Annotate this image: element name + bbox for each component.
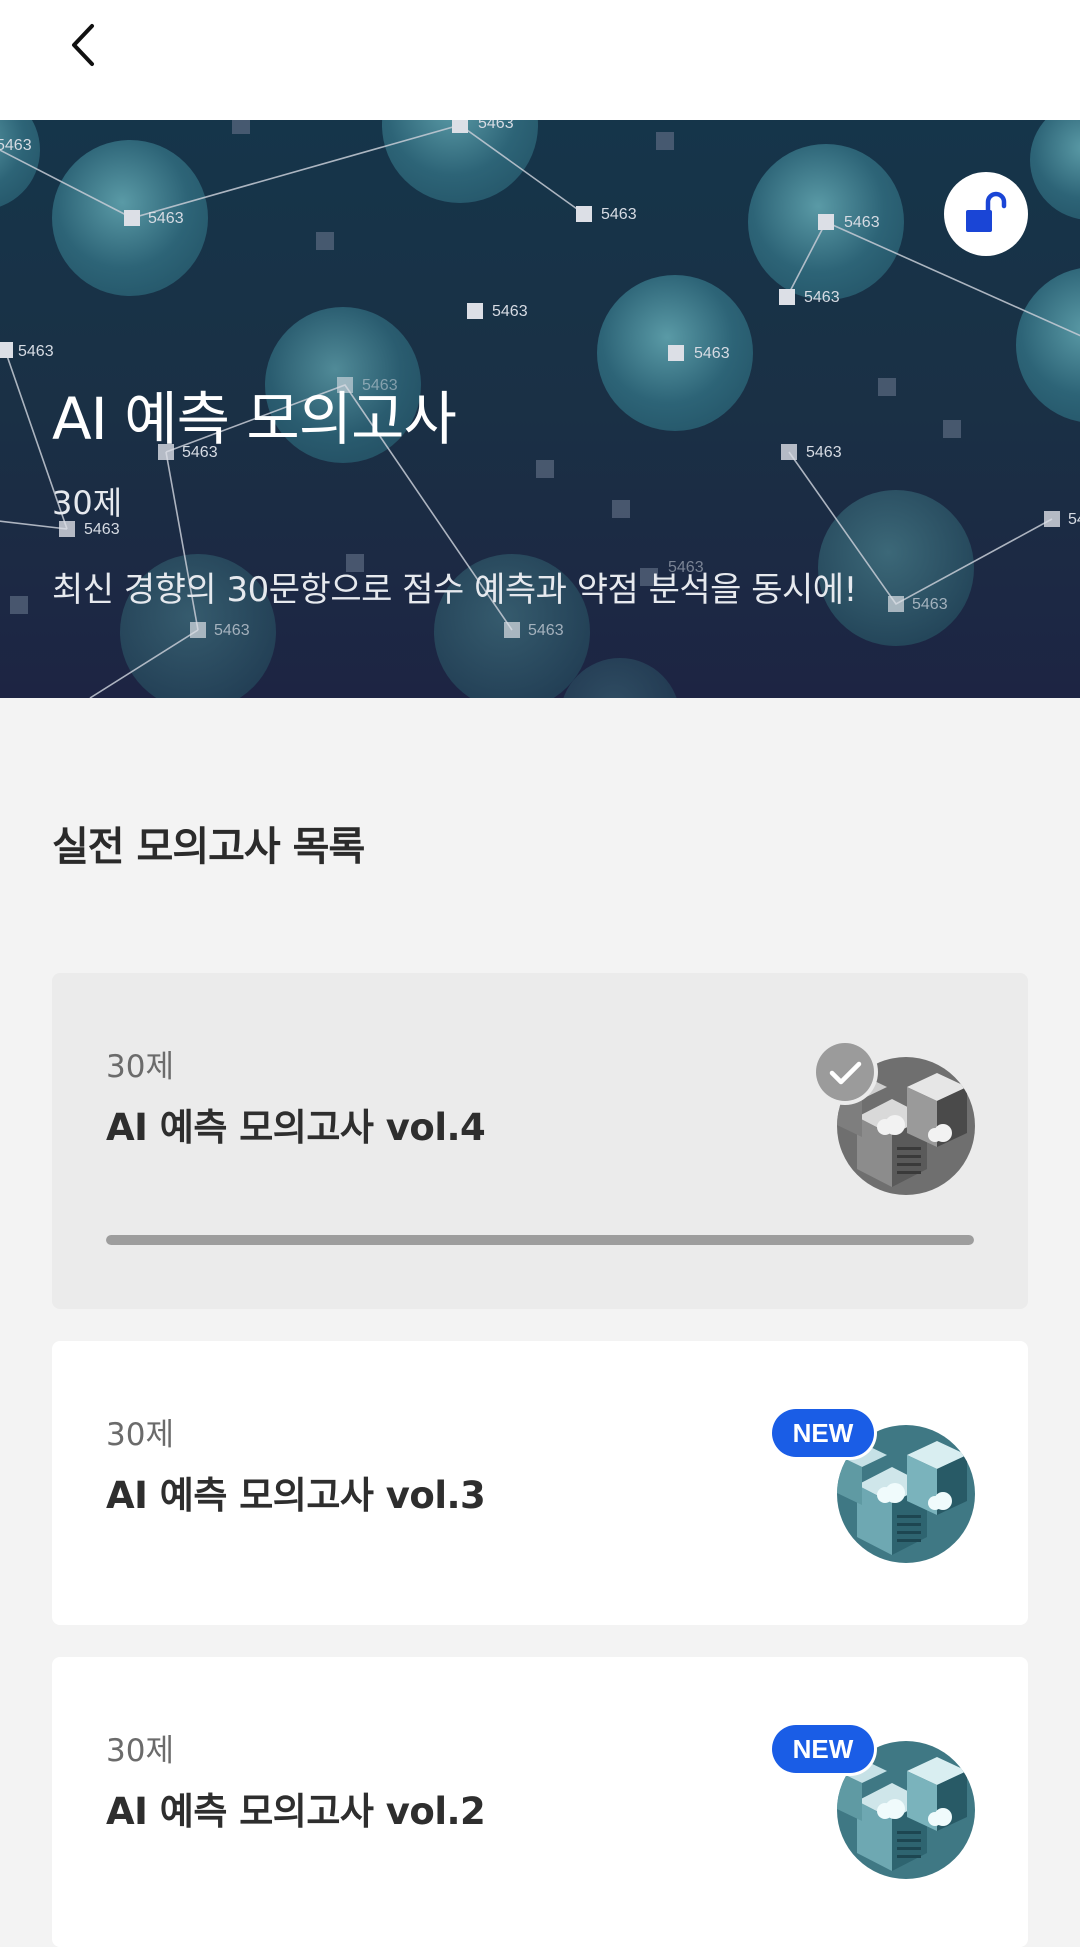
- svg-text:5463: 5463: [912, 596, 948, 613]
- exam-question-count: 30제: [106, 1733, 174, 1769]
- exam-card-vol2[interactable]: 30제 AI 예측 모의고사 vol.2 NEW: [52, 1657, 1028, 1947]
- svg-text:5463: 5463: [528, 622, 564, 639]
- chevron-left-icon: [72, 24, 94, 66]
- svg-text:5463: 5463: [844, 214, 880, 231]
- check-icon: [829, 1061, 862, 1085]
- svg-text:5463: 5463: [148, 210, 184, 227]
- exam-progress-bar: [106, 1235, 974, 1245]
- svg-text:5463: 5463: [601, 206, 637, 223]
- svg-text:5463: 5463: [214, 622, 250, 639]
- hero-title: AI 예측 모의고사: [52, 385, 457, 453]
- exam-card-vol4[interactable]: 30제 AI 예측 모의고사 vol.4: [52, 973, 1028, 1309]
- exam-question-count: 30제: [106, 1049, 174, 1085]
- svg-text:5463: 5463: [1068, 511, 1080, 528]
- exam-card-vol3[interactable]: 30제 AI 예측 모의고사 vol.3 NEW: [52, 1341, 1028, 1625]
- svg-text:5463: 5463: [694, 345, 730, 362]
- unlock-button[interactable]: [944, 172, 1028, 256]
- exam-title: AI 예측 모의고사 vol.2: [106, 1790, 486, 1833]
- svg-text:5463: 5463: [806, 444, 842, 461]
- svg-text:5463: 5463: [804, 289, 840, 306]
- exam-question-count: 30제: [106, 1417, 174, 1453]
- back-button[interactable]: [56, 18, 112, 74]
- new-badge: NEW: [772, 1725, 874, 1773]
- top-app-bar: [0, 0, 1080, 120]
- completed-badge: [816, 1043, 874, 1101]
- svg-text:5463: 5463: [478, 120, 514, 132]
- exam-title: AI 예측 모의고사 vol.3: [106, 1474, 486, 1517]
- exam-progress-fill: [106, 1235, 974, 1245]
- hero-banner: 5463 5463 5463 5463 5463 5463 5463 5463 …: [0, 120, 1080, 698]
- exam-title: AI 예측 모의고사 vol.4: [106, 1106, 486, 1149]
- svg-text:5463: 5463: [492, 303, 528, 320]
- svg-text:5463: 5463: [18, 343, 54, 360]
- section-title: 실전 모의고사 목록: [52, 824, 365, 870]
- unlock-icon: [966, 191, 1007, 232]
- new-badge: NEW: [772, 1409, 874, 1457]
- hero-description: 최신 경향의 30문항으로 점수 예측과 약점 분석을 동시에!: [52, 570, 857, 610]
- hero-question-count: 30제: [52, 484, 123, 522]
- svg-text:5463: 5463: [0, 137, 32, 154]
